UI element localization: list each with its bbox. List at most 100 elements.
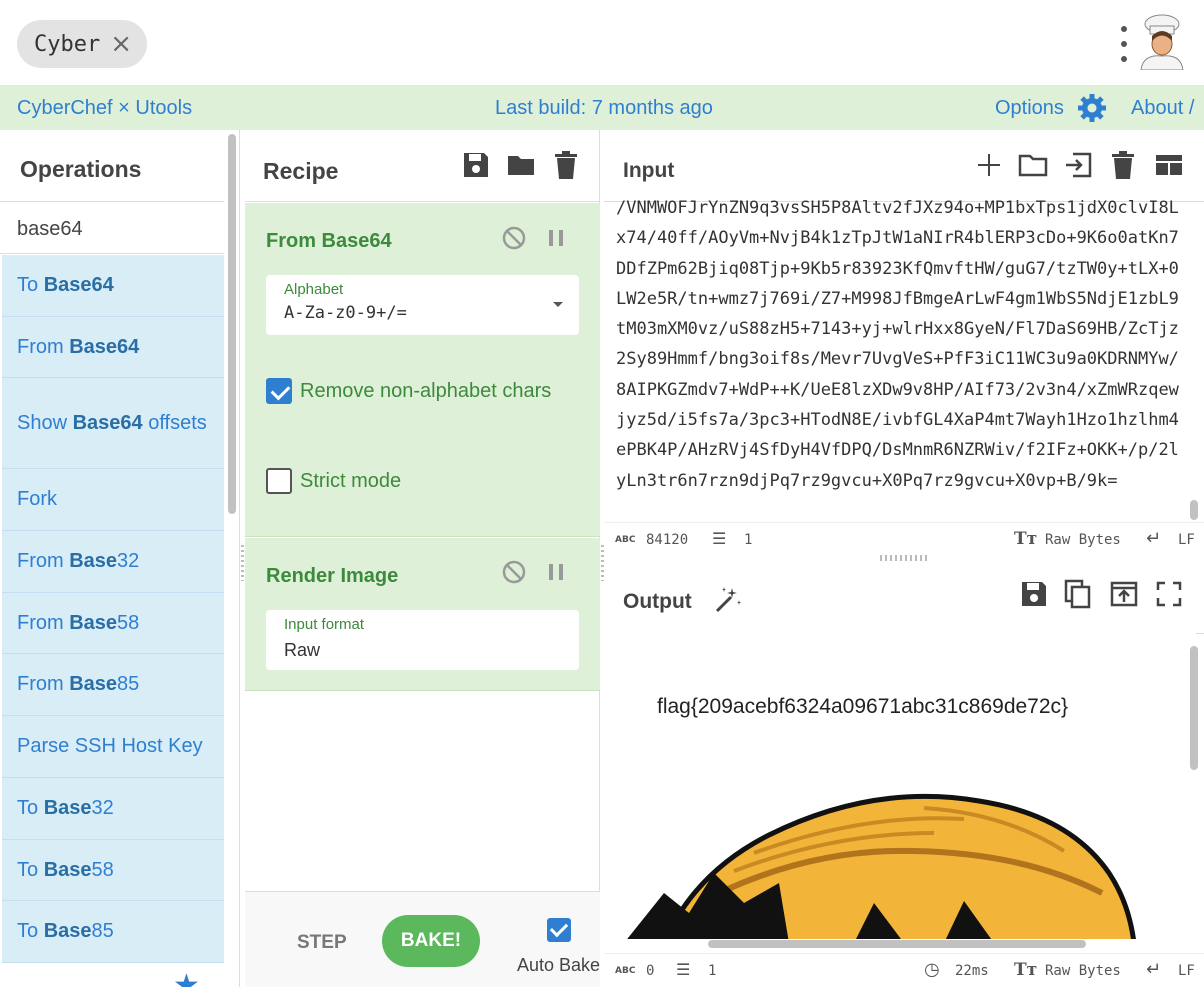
app-brand[interactable]: CyberChef × Utools	[17, 97, 192, 120]
resize-handle-ops[interactable]	[241, 545, 244, 581]
operation-item[interactable]: From Base64	[2, 317, 224, 378]
operation-label-text: Fork	[17, 488, 57, 510]
last-build-text: Last build: 7 months ago	[495, 97, 713, 119]
input-textarea[interactable]: /VNMWOFJrYnZN9q3vsSH5P8Altv2fJXz94o+MP1b…	[616, 193, 1188, 520]
operation-item[interactable]: To Base32	[2, 778, 224, 840]
length-icon: ABC	[615, 535, 636, 545]
operation-item[interactable]: To Base85	[2, 901, 224, 963]
operation-item-label: From Base64	[17, 336, 139, 359]
output-length: 0	[646, 963, 655, 979]
chevron-down-icon[interactable]	[551, 299, 565, 309]
operation-label-suffix: 32	[117, 550, 140, 572]
remove-nonalpha-checkbox[interactable]: Remove non-alphabet chars	[266, 378, 551, 404]
operation-label-match: Base	[43, 920, 92, 942]
output-scrollbar[interactable]	[1190, 646, 1198, 770]
tab-cyber[interactable]: Cyber ×	[17, 20, 147, 68]
auto-bake-label: Auto Bake	[517, 955, 601, 975]
operation-item-label: To Base58	[17, 859, 114, 882]
operation-item[interactable]: Show Base64 offsets	[2, 378, 224, 469]
io-resize-handle[interactable]	[880, 555, 928, 561]
clock-icon: ◷	[924, 959, 940, 980]
recipe-op-render-image[interactable]: Render Image Input format Raw	[245, 538, 600, 691]
eol-icon[interactable]: ↵	[1146, 959, 1161, 980]
encoding-icon[interactable]: Tт	[1014, 529, 1037, 549]
eol-icon[interactable]: ↵	[1146, 528, 1161, 549]
operations-search-input[interactable]: base64	[0, 202, 224, 254]
encoding-icon[interactable]: Tт	[1014, 960, 1037, 980]
input-format-value: Raw	[284, 640, 321, 660]
operation-label-text: From	[17, 335, 70, 358]
operation-label-match: Base64	[69, 335, 140, 358]
step-button[interactable]: STEP	[297, 932, 347, 954]
operations-scrollbar[interactable]	[228, 134, 236, 514]
fullscreen-icon[interactable]	[1154, 579, 1184, 609]
operation-label-match: Base64	[72, 411, 143, 434]
replace-input-icon[interactable]	[1109, 579, 1139, 609]
trash-icon[interactable]	[551, 150, 581, 180]
input-encoding[interactable]: Raw Bytes	[1045, 532, 1121, 548]
operation-item-label: From Base85	[17, 673, 139, 696]
operation-item[interactable]: Fork	[2, 469, 224, 531]
operation-item[interactable]: To Base64	[2, 255, 224, 317]
operation-label-text: To	[17, 858, 44, 881]
operation-label-text: To	[17, 274, 44, 296]
input-scrollbar[interactable]	[1190, 500, 1198, 520]
input-format-select[interactable]: Input format Raw	[266, 610, 579, 670]
output-header: Output	[604, 562, 1204, 634]
disable-op-icon[interactable]	[501, 559, 527, 585]
recipe-op-from-base64[interactable]: From Base64 Alphabet A-Za-z0-9+/= Remove…	[245, 203, 600, 537]
operation-label-text: To	[17, 920, 44, 942]
operation-item-label: To Base64	[17, 274, 114, 297]
close-icon[interactable]: ×	[110, 31, 132, 57]
more-menu-icon[interactable]	[1119, 26, 1129, 62]
folder-icon[interactable]	[506, 150, 536, 180]
output-title: Output	[623, 590, 692, 613]
open-file-icon[interactable]	[1063, 150, 1093, 180]
output-display[interactable]: flag{209acebf6324a09671abc31c869de72c}	[604, 633, 1196, 939]
operation-label-text: Parse SSH Host Key	[17, 735, 203, 757]
operation-item[interactable]: Parse SSH Host Key	[2, 716, 224, 778]
input-eol[interactable]: LF	[1178, 532, 1195, 548]
layout-icon[interactable]	[1154, 150, 1184, 180]
operation-label-text: From	[17, 673, 70, 695]
auto-bake-checkbox[interactable]	[547, 918, 571, 942]
open-folder-icon[interactable]	[1018, 150, 1048, 180]
output-encoding[interactable]: Raw Bytes	[1045, 963, 1121, 979]
strict-mode-checkbox[interactable]: Strict mode	[266, 468, 401, 494]
alphabet-select[interactable]: Alphabet A-Za-z0-9+/=	[266, 275, 579, 335]
favourites-star-icon[interactable]: ★	[173, 968, 200, 987]
operation-item[interactable]: From Base32	[2, 531, 224, 593]
io-panel: Input /VNMWOFJrYnZN9q3vsSH5P8Altv2fJXz94…	[604, 130, 1204, 987]
op-name: From Base64	[266, 230, 392, 252]
save-icon[interactable]	[461, 150, 491, 180]
add-tab-icon[interactable]	[974, 150, 1004, 180]
bake-button[interactable]: BAKE!	[382, 915, 480, 967]
output-eol[interactable]: LF	[1178, 963, 1195, 979]
input-status-bar: ABC 84120 ☰ 1 Tт Raw Bytes ↵ LF	[604, 522, 1204, 556]
trash-icon[interactable]	[1108, 150, 1138, 180]
operation-item[interactable]: From Base85	[2, 654, 224, 716]
save-icon[interactable]	[1019, 579, 1049, 609]
breakpoint-icon[interactable]	[543, 559, 569, 585]
output-h-scrollbar[interactable]	[708, 940, 1086, 948]
disable-op-icon[interactable]	[501, 225, 527, 251]
operation-label-match: Base	[69, 550, 118, 572]
options-link[interactable]: Options	[995, 97, 1064, 120]
output-lines: 1	[708, 963, 717, 979]
gear-icon[interactable]	[1077, 93, 1107, 123]
app-banner: CyberChef × Utools Last build: 7 months …	[0, 86, 1204, 130]
copy-icon[interactable]	[1063, 579, 1093, 609]
operation-label-suffix: 32	[91, 797, 114, 819]
checkbox-checked[interactable]	[266, 378, 292, 404]
checkbox-unchecked[interactable]	[266, 468, 292, 494]
operation-label-match: Base	[69, 611, 118, 634]
operation-label-text: From	[17, 550, 70, 572]
magic-wand-icon[interactable]	[712, 584, 742, 614]
about-link[interactable]: About /	[1131, 97, 1194, 120]
operations-list: To Base64 From Base64 Show Base64 offsets F…	[2, 255, 224, 963]
operation-item[interactable]: To Base58	[2, 840, 224, 901]
operation-item[interactable]: From Base58	[2, 593, 224, 654]
breakpoint-icon[interactable]	[543, 225, 569, 251]
input-title: Input	[623, 159, 675, 182]
input-format-label: Input format	[284, 616, 365, 633]
